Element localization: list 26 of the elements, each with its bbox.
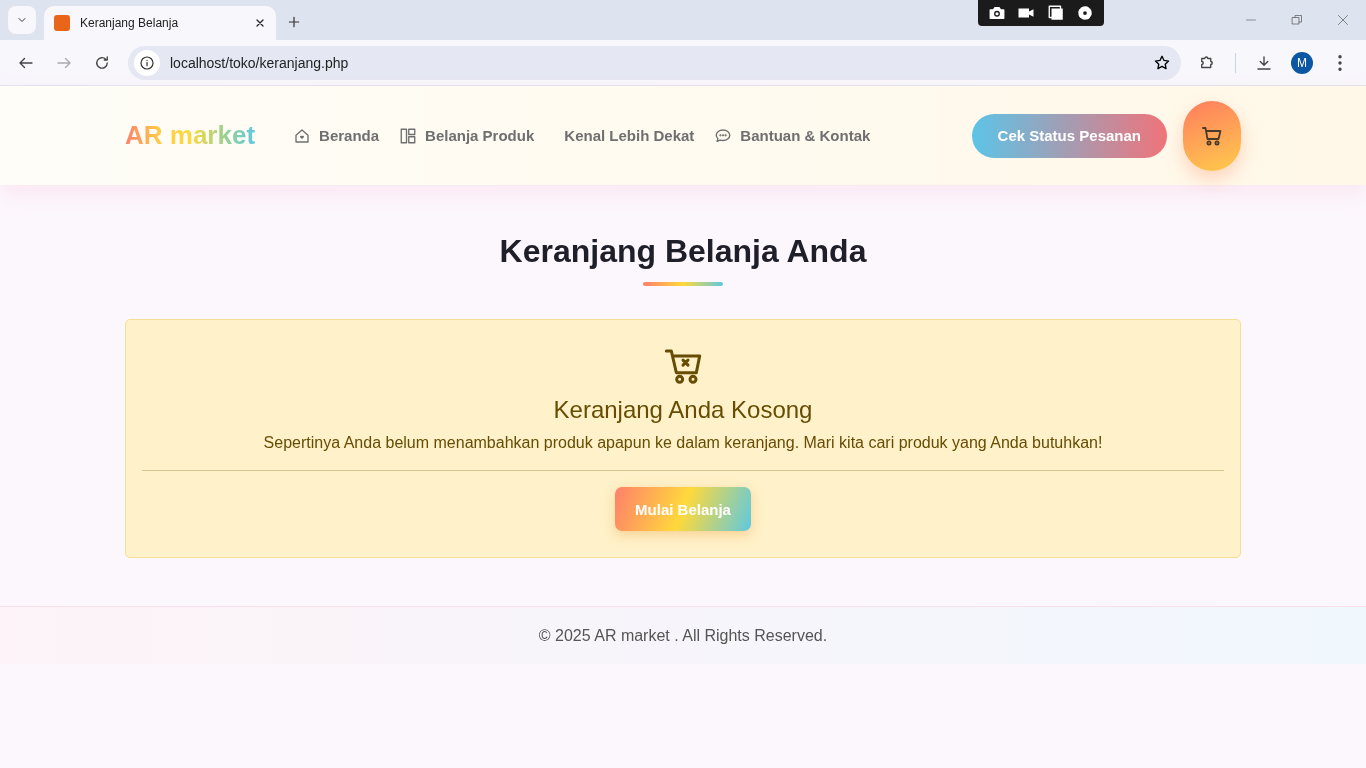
layout-icon xyxy=(399,126,418,145)
url-text: localhost/toko/keranjang.php xyxy=(170,54,350,71)
info-icon xyxy=(139,54,155,71)
close-icon xyxy=(254,17,266,29)
restore-icon xyxy=(1291,14,1303,26)
bookmark-star-icon xyxy=(1153,53,1171,72)
plus-icon xyxy=(286,14,302,30)
tab-title: Keranjang Belanja xyxy=(80,16,180,30)
site-favicon-icon xyxy=(54,15,70,31)
address-bar[interactable]: localhost/toko/keranjang.php xyxy=(128,45,1181,80)
nav-link[interactable]: Bantuan & Kontak xyxy=(714,126,871,145)
chat-icon xyxy=(714,126,733,145)
empty-cart-message: Sepertinya Anda belum menambahkan produk apapun ke dalam keranjang. Mari kita cari produk yang Anda butuhkan! xyxy=(263,434,1103,452)
nav-link[interactable]: Belanja Produk xyxy=(399,126,535,145)
close-icon xyxy=(1337,14,1349,26)
order-status-button[interactable]: Cek Status Pesanan xyxy=(971,113,1167,158)
nav-link[interactable]: Beranda xyxy=(293,126,380,145)
empty-cart-heading: Keranjang Anda Kosong xyxy=(553,396,813,424)
page-title: Keranjang Belanja Anda xyxy=(499,233,867,270)
download-icon xyxy=(1255,53,1273,72)
copyright-text: © 2025 AR market . All Rights Reserved. xyxy=(538,626,828,645)
menu-icon xyxy=(1338,54,1342,71)
reload-icon xyxy=(93,53,111,72)
browser-tab[interactable]: Keranjang Belanja xyxy=(44,6,276,40)
nav-link[interactable]: Kenal Lebih Dekat xyxy=(564,127,695,144)
cart-button[interactable] xyxy=(1183,100,1241,171)
